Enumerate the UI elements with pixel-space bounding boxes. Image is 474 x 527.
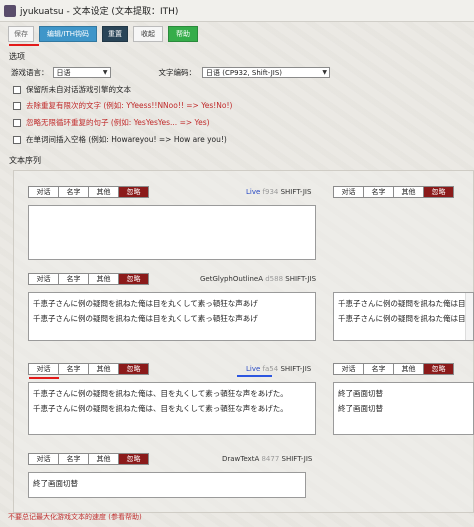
sequence-title: 文本序列 <box>9 156 41 165</box>
game-language-label: 游戏语言： <box>11 68 49 77</box>
live-label: Live <box>246 365 261 373</box>
tab-ignore[interactable]: 忽略 <box>118 363 149 375</box>
window-title: jyukuatsu - 文本设定 (文本提取：ITH) <box>20 7 179 17</box>
text-line: 終了画面切替 <box>338 404 383 413</box>
encoding-select[interactable]: 日语 (CP932, Shift-JIS) ▼ <box>202 67 330 78</box>
block-tabs: 对话 名字 其他 忽略 <box>28 186 149 198</box>
tab-name[interactable]: 名字 <box>58 186 89 198</box>
hook-encoding: SHIFT-JIS <box>280 365 312 373</box>
option-check-row[interactable]: 在单词间插入空格 (例如: Howareyou! => How are you!… <box>13 134 227 145</box>
text-box[interactable]: 終了画面切替 終了画面切替 <box>333 382 474 435</box>
text-line: 千恵子さんに例の疑問を訊ねた俺は目を丸くして素っ頓狂な声あげ <box>33 299 258 308</box>
option-check-row[interactable]: 忽略无限循环重复的句子 (例如: YesYesYes... => Yes) <box>13 117 210 128</box>
tab-ignore[interactable]: 忽略 <box>118 453 149 465</box>
option-label: 在单词间插入空格 (例如: Howareyou! => How are you!… <box>26 135 227 144</box>
hook-encoding: SHIFT-JIS <box>281 455 313 463</box>
encoding-label: 文字编码： <box>158 68 197 77</box>
tab-dialogue[interactable]: 对话 <box>333 363 364 375</box>
option-check-row[interactable]: 去除重复有限次的文字 (例如: YYeess!!NNoo!! => Yes!No… <box>13 100 232 111</box>
tab-dialogue[interactable]: 对话 <box>28 363 59 375</box>
hook-info: Live f934 SHIFT-JIS <box>246 188 311 196</box>
tab-other[interactable]: 其他 <box>88 453 119 465</box>
hook-address: d588 <box>265 275 284 283</box>
tab-dialogue[interactable]: 对话 <box>28 186 59 198</box>
text-box[interactable]: 終了画面切替 <box>28 472 306 498</box>
option-label: 去除重复有限次的文字 (例如: YYeess!!NNoo!! => Yes!No… <box>26 101 233 110</box>
tab-other[interactable]: 其他 <box>393 363 424 375</box>
hook-function-name: GetGlyphOutlineA <box>200 275 263 283</box>
block-tabs: 对话 名字 其他 忽略 <box>333 363 454 375</box>
tab-dialogue[interactable]: 对话 <box>333 186 364 198</box>
reset-button[interactable]: 重置 <box>102 26 128 42</box>
checkbox[interactable] <box>13 85 21 94</box>
tab-dialogue[interactable]: 对话 <box>28 273 59 285</box>
chevron-down-icon: ▼ <box>102 69 108 76</box>
tab-ignore[interactable]: 忽略 <box>118 273 149 285</box>
hook-address: fa54 <box>262 365 279 373</box>
text-line: 千恵子さんに例の疑問を訊ねた俺は目を丸くして素っ頓狂な声あげ <box>338 314 473 323</box>
tab-name[interactable]: 名字 <box>363 363 394 375</box>
hook-info: Live fa54 SHIFT-JIS <box>246 365 311 373</box>
tab-other[interactable]: 其他 <box>88 186 119 198</box>
dialogue-tab-highlight-underline <box>29 377 59 379</box>
option-check-row[interactable]: 保留所未自对话游戏引擎的文本 <box>13 84 131 95</box>
language-row: 游戏语言： 日语 ▼ 文字编码： 日语 (CP932, Shift-JIS) ▼ <box>11 67 330 78</box>
hook-info: DrawTextA 8477 SHIFT-JIS <box>222 455 312 463</box>
tab-name[interactable]: 名字 <box>58 363 89 375</box>
live-highlight-underline <box>237 375 272 377</box>
hook-address: 8477 <box>261 455 280 463</box>
checkbox[interactable] <box>13 118 21 127</box>
tab-ignore[interactable]: 忽略 <box>423 186 454 198</box>
text-box[interactable]: 千恵子さんに例の疑問を訊ねた俺は目を丸くして素っ頓狂な声あげ 千恵子さんに例の疑… <box>333 292 474 341</box>
options-title: 选项 <box>9 52 25 61</box>
checkbox[interactable] <box>13 135 21 144</box>
game-language-select[interactable]: 日语 ▼ <box>52 67 111 78</box>
edit-hook-button[interactable]: 编辑/ITH钩码 <box>39 26 97 42</box>
chevron-down-icon: ▼ <box>322 69 327 76</box>
footer-hint: 不要总记最大化游戏文本的速度 (参看帮助) <box>8 513 142 521</box>
text-box[interactable]: 千恵子さんに例の疑問を訊ねた俺は、目を丸くして素っ頓狂な声をあげた。 千恵子さん… <box>28 382 316 435</box>
hook-encoding: SHIFT-JIS <box>280 188 312 196</box>
block-tabs: 对话 名字 其他 忽略 <box>28 273 149 285</box>
checkbox[interactable] <box>13 101 21 110</box>
option-label: 忽略无限循环重复的句子 (例如: YesYesYes... => Yes) <box>26 118 210 127</box>
hook-info: GetGlyphOutlineA d588 SHIFT-JIS <box>200 275 316 283</box>
text-box[interactable] <box>28 205 316 260</box>
text-line: 千恵子さんに例の疑問を訊ねた俺は目を丸くして素っ頓狂な声あげ <box>338 299 473 308</box>
app-icon <box>4 4 16 17</box>
scrollbar[interactable] <box>465 293 473 340</box>
text-line: 終了画面切替 <box>338 389 383 398</box>
tab-ignore[interactable]: 忽略 <box>118 186 149 198</box>
tab-dialogue[interactable]: 对话 <box>28 453 59 465</box>
block-tabs: 对话 名字 其他 忽略 <box>333 186 454 198</box>
toolbar: 保存 编辑/ITH钩码 重置 收起 帮助 <box>8 26 198 42</box>
hook-encoding: SHIFT-JIS <box>285 275 317 283</box>
hook-function-name: DrawTextA <box>222 455 260 463</box>
game-language-value: 日语 <box>56 68 71 77</box>
tab-ignore[interactable]: 忽略 <box>423 363 454 375</box>
encoding-value: 日语 (CP932, Shift-JIS) <box>206 68 283 77</box>
block-tabs: 对话 名字 其他 忽略 <box>28 363 149 375</box>
text-line: 終了画面切替 <box>33 479 78 488</box>
text-line: 千恵子さんに例の疑問を訊ねた俺は、目を丸くして素っ頓狂な声をあげた。 <box>33 404 288 413</box>
tab-other[interactable]: 其他 <box>88 363 119 375</box>
tab-other[interactable]: 其他 <box>88 273 119 285</box>
collapse-button[interactable]: 收起 <box>133 26 163 42</box>
tab-name[interactable]: 名字 <box>58 273 89 285</box>
hook-address: f934 <box>262 188 279 196</box>
save-highlight-underline <box>9 44 39 46</box>
help-button[interactable]: 帮助 <box>168 26 198 42</box>
text-line: 千恵子さんに例の疑問を訊ねた俺は目を丸くして素っ頓狂な声あげ <box>33 314 258 323</box>
save-button[interactable]: 保存 <box>8 26 34 42</box>
tab-name[interactable]: 名字 <box>58 453 89 465</box>
option-label: 保留所未自对话游戏引擎的文本 <box>26 85 131 94</box>
text-line: 千恵子さんに例の疑問を訊ねた俺は、目を丸くして素っ頓狂な声をあげた。 <box>33 389 288 398</box>
tab-other[interactable]: 其他 <box>393 186 424 198</box>
text-box[interactable]: 千恵子さんに例の疑問を訊ねた俺は目を丸くして素っ頓狂な声あげ 千恵子さんに例の疑… <box>28 292 316 341</box>
tab-name[interactable]: 名字 <box>363 186 394 198</box>
title-bar: jyukuatsu - 文本设定 (文本提取：ITH) <box>0 0 474 22</box>
block-tabs: 对话 名字 其他 忽略 <box>28 453 149 465</box>
live-label: Live <box>246 188 261 196</box>
